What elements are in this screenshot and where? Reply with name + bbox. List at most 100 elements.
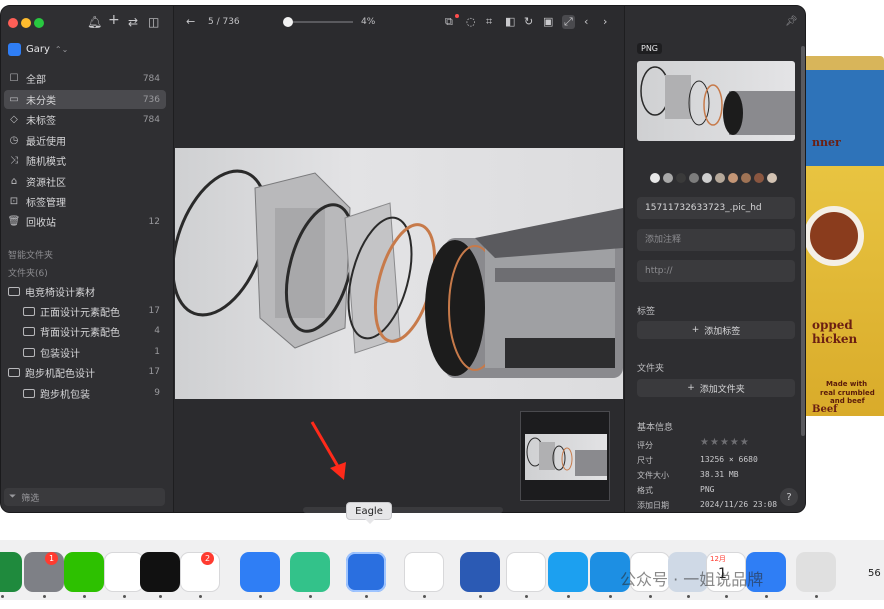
star-icon[interactable]: ★ (730, 437, 740, 448)
smart-folders-heading[interactable]: 智能文件夹 (8, 248, 53, 261)
library-name: Gary (26, 44, 50, 55)
star-icon[interactable]: ★ (710, 437, 720, 448)
comment-icon[interactable]: ◌ (466, 15, 476, 28)
color-swatch[interactable] (650, 173, 660, 183)
reminders-app-icon[interactable] (180, 552, 220, 592)
folder-count: 17 (148, 367, 160, 377)
star-icon[interactable]: ★ (700, 437, 710, 448)
sidebar-item-tag-manage[interactable]: ⊡ 标签管理 (4, 192, 166, 211)
sidebar-item-community[interactable]: ⌂ 资源社区 (4, 172, 166, 191)
back-arrow-icon[interactable]: ← (186, 15, 195, 28)
color-swatch[interactable] (754, 173, 764, 183)
image-preview[interactable] (175, 148, 623, 399)
help-button[interactable]: ? (780, 488, 798, 506)
folders-heading[interactable]: 文件夹(6) (8, 266, 48, 279)
color-swatch[interactable] (728, 173, 738, 183)
tags-heading: 标签 (637, 307, 656, 317)
pinpoint-app-icon[interactable] (548, 552, 588, 592)
inspector-thumbnail[interactable] (637, 61, 795, 141)
info-value: 38.31 MB (700, 470, 739, 479)
frame-icon[interactable]: ▣ (543, 15, 553, 28)
color-swatch[interactable] (715, 173, 725, 183)
inspector-scrollbar[interactable] (801, 46, 805, 436)
library-switcher[interactable]: Gary ⌃⌄ (8, 43, 68, 56)
fit-screen-icon[interactable]: ⤢ (562, 15, 575, 29)
filmstrip-thumbnail[interactable] (520, 411, 610, 501)
ai-app-icon[interactable] (104, 552, 144, 592)
url-field[interactable] (637, 260, 795, 282)
zoom-slider-track[interactable] (285, 21, 353, 23)
sidebar-item-random[interactable]: ⤨ 随机模式 (4, 151, 166, 170)
rating-stars[interactable]: ★★★★★ (700, 437, 750, 448)
sidebar-item-label: 标签管理 (26, 198, 66, 209)
annotation-arrow (310, 421, 346, 480)
note-field[interactable] (637, 229, 795, 251)
mastergo-app-icon[interactable] (290, 552, 330, 592)
eagle-app-icon[interactable] (346, 552, 386, 592)
word-app-icon[interactable] (460, 552, 500, 592)
filename-field[interactable] (637, 197, 795, 219)
folder-item[interactable]: 电竞椅设计素材 (8, 282, 166, 300)
close-window-button[interactable] (8, 18, 18, 28)
info-row-filesize: 文件大小 38.31 MB (637, 470, 797, 481)
color-swatch[interactable] (702, 173, 712, 183)
chatgpt-app-icon[interactable] (506, 552, 546, 592)
zoom-slider-handle[interactable] (283, 17, 293, 27)
sidebar-toggle-icon[interactable]: ◫ (148, 15, 159, 29)
color-swatch[interactable] (689, 173, 699, 183)
sidebar-item-label: 最近使用 (26, 137, 66, 148)
sidebar-item-all[interactable]: ☐ 全部 784 (4, 69, 166, 88)
swap-icon[interactable]: ⇄ (128, 15, 138, 29)
folder-item[interactable]: 跑步机配色设计 17 (8, 363, 166, 381)
can-label-5: real crumbled (820, 389, 875, 397)
folder-item[interactable]: 正面设计元素配色 17 (23, 302, 166, 320)
running-indicator (687, 595, 690, 598)
bell-icon[interactable]: 🔔︎ (87, 15, 102, 29)
wechat-app-icon[interactable] (64, 552, 104, 592)
running-indicator (123, 595, 126, 598)
running-indicator (725, 595, 728, 598)
lark-app-icon[interactable] (240, 552, 280, 592)
can-gold-body (798, 166, 884, 416)
add-folder-button[interactable]: + 添加文件夹 (637, 379, 795, 397)
add-tag-button[interactable]: + 添加标签 (637, 321, 795, 339)
sidebar-item-label: 未标签 (26, 116, 56, 127)
color-swatch[interactable] (767, 173, 777, 183)
folder-icon (8, 367, 20, 377)
info-row-added-date: 添加日期 2024/11/26 23:08 (637, 500, 797, 511)
settings-app-icon[interactable] (24, 552, 64, 592)
sheets-app-icon[interactable] (0, 552, 22, 592)
color-swatch[interactable] (663, 173, 673, 183)
rotate-icon[interactable]: ↻ (524, 15, 533, 28)
filter-input[interactable]: ⏷ 筛选 (4, 488, 165, 506)
sidebar-item-recent[interactable]: ◷ 最近使用 (4, 131, 166, 150)
color-swatch[interactable] (741, 173, 751, 183)
sidebar-item-label: 回收站 (26, 218, 56, 229)
inspector-panel: 📌︎ PNG 标签 + 添加标签 文件夹 + 添加文件夹 基本信息 (624, 6, 805, 512)
next-chevron-icon[interactable]: › (603, 15, 607, 28)
star-icon[interactable]: ★ (720, 437, 730, 448)
pin-icon[interactable]: 📌︎ (785, 16, 798, 27)
mosaic-app-icon[interactable] (140, 552, 180, 592)
minimize-window-button[interactable] (21, 18, 31, 28)
prev-chevron-icon[interactable]: ‹ (584, 15, 588, 28)
crop-icon[interactable]: ⌗ (486, 15, 492, 29)
zoom-window-button[interactable] (34, 18, 44, 28)
sidebar-item-trash[interactable]: 🗑︎ 回收站 12 (4, 212, 166, 231)
sidebar-item-untagged[interactable]: ◇ 未标签 784 (4, 110, 166, 129)
star-icon[interactable]: ★ (740, 437, 750, 448)
folder-item[interactable]: 背面设计元素配色 4 (23, 322, 166, 340)
misc-app-icon[interactable] (796, 552, 836, 592)
plugin-icon[interactable]: ⧉ (445, 15, 453, 29)
sidebar-item-uncategorized[interactable]: ▭ 未分类 736 (4, 90, 166, 109)
shuffle-icon: ⤨ (10, 155, 18, 166)
folder-item[interactable]: 跑步机包装 9 (23, 384, 166, 402)
mail-app-icon[interactable] (404, 552, 444, 592)
color-swatch[interactable] (676, 173, 686, 183)
compare-icon[interactable]: ◧ (505, 15, 515, 28)
folder-item[interactable]: 包装设计 1 (23, 343, 166, 361)
plus-icon: + (691, 325, 700, 335)
folder-label: 背面设计元素配色 (40, 327, 120, 339)
plus-icon[interactable]: + (108, 12, 120, 28)
folder-icon (23, 326, 35, 336)
